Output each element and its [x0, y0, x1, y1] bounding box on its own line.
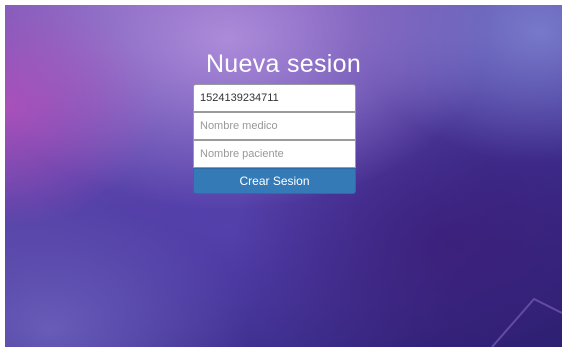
doctor-name-input[interactable]	[193, 112, 356, 140]
background-panel: Nueva sesion Crear Sesion	[5, 5, 562, 347]
session-id-input[interactable]	[193, 84, 356, 112]
page-title: Nueva sesion	[205, 50, 362, 78]
decorative-line-shape	[491, 297, 562, 347]
patient-name-input[interactable]	[193, 140, 356, 168]
create-session-button[interactable]: Crear Sesion	[193, 168, 356, 194]
new-session-form: Crear Sesion	[193, 84, 356, 194]
